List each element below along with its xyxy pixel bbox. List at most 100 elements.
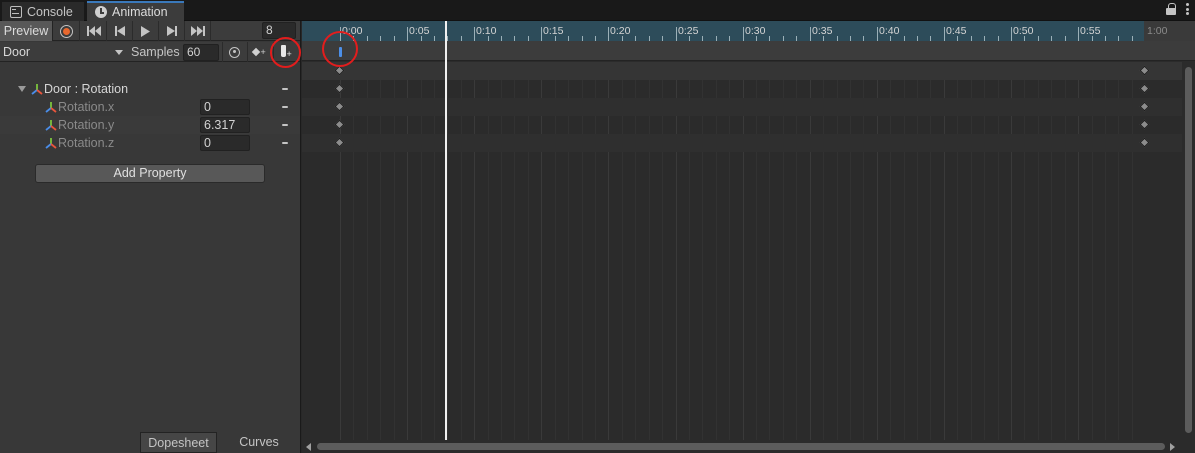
- keyframe-diamond[interactable]: [1139, 83, 1150, 94]
- property-row[interactable]: Rotation.z 0: [0, 134, 300, 152]
- property-group-label: Door : Rotation: [44, 82, 129, 96]
- ruler-label: 0:45: [946, 25, 967, 37]
- key-row: [302, 98, 1195, 116]
- key-row: [302, 134, 1195, 152]
- ruler-label: 0:50: [1013, 25, 1034, 37]
- ruler-tick: [1078, 27, 1079, 41]
- remove-property-icon[interactable]: [282, 106, 288, 108]
- ruler-tick: [407, 27, 408, 41]
- step-forward-icon: [166, 26, 177, 36]
- ruler-label: 0:00: [342, 25, 363, 37]
- ruler-tick: [340, 27, 341, 41]
- samples-label: Samples: [131, 45, 180, 59]
- time-ruler[interactable]: 0:00 0:05 0:10 0:15 0:20 0:25 0:30 0:35 0:40 0:45…: [302, 21, 1195, 41]
- ruler-tick: [608, 27, 609, 41]
- scroll-right-icon[interactable]: [1170, 443, 1175, 451]
- ruler-label: 0:25: [678, 25, 699, 37]
- add-keyframe-icon: [252, 46, 268, 58]
- clip-dropdown[interactable]: Door: [0, 42, 127, 62]
- tab-animation-label: Animation: [112, 5, 168, 19]
- play-icon: [141, 25, 150, 37]
- add-event-icon: [279, 45, 293, 59]
- ruler-tick: [676, 27, 677, 41]
- vertical-scrollbar[interactable]: [1182, 62, 1195, 440]
- dopesheet-timeline[interactable]: 0:00 0:05 0:10 0:15 0:20 0:25 0:30 0:35 0:40 0:45…: [302, 21, 1195, 453]
- step-back-icon: [114, 26, 125, 36]
- clock-icon: [95, 6, 107, 18]
- add-property-button[interactable]: Add Property: [35, 164, 265, 183]
- animation-event-marker[interactable]: [339, 47, 342, 57]
- remove-property-icon[interactable]: [282, 142, 288, 144]
- keyframe-diamond[interactable]: [334, 83, 345, 94]
- ruler-tick: [810, 27, 811, 41]
- window-tab-bar: Console Animation: [0, 0, 1195, 21]
- chevron-down-icon: [115, 50, 123, 55]
- add-event-button[interactable]: [273, 42, 297, 62]
- property-value-field[interactable]: 6.317: [200, 117, 250, 133]
- lock-icon[interactable]: [1166, 3, 1176, 15]
- first-key-button[interactable]: [81, 21, 107, 41]
- samples-field[interactable]: 60: [183, 44, 219, 61]
- horizontal-scrollbar[interactable]: [302, 440, 1182, 453]
- ruler-tick: [1011, 27, 1012, 41]
- clip-toolbar: Door Samples 60: [0, 42, 300, 62]
- keyframe-diamond[interactable]: [1139, 119, 1150, 130]
- property-label: Rotation.y: [58, 118, 115, 132]
- ruler-tick: [743, 27, 744, 41]
- skip-to-end-icon: [190, 26, 205, 36]
- ruler-tick: [541, 27, 542, 41]
- tab-console[interactable]: Console: [2, 2, 84, 21]
- ruler-tick: [474, 27, 475, 41]
- foldout-arrow-icon[interactable]: [18, 86, 26, 92]
- remove-property-icon[interactable]: [282, 124, 288, 126]
- current-frame-field[interactable]: 8: [262, 22, 296, 39]
- tab-dopesheet[interactable]: Dopesheet: [140, 432, 217, 453]
- property-row[interactable]: Rotation.y 6.317: [0, 116, 300, 134]
- ruler-label: 0:05: [409, 25, 430, 37]
- tab-console-label: Console: [27, 4, 73, 19]
- ruler-label: 0:55: [1080, 25, 1101, 37]
- vertical-scrollbar-thumb[interactable]: [1185, 67, 1192, 433]
- playback-toolbar: Preview 8: [0, 21, 300, 41]
- transform-axis-icon: [45, 138, 57, 149]
- last-key-button[interactable]: [185, 21, 211, 41]
- tab-animation[interactable]: Animation: [87, 1, 184, 21]
- tab-curves[interactable]: Curves: [218, 432, 300, 453]
- ruler-label: 0:15: [543, 25, 564, 37]
- preview-button[interactable]: Preview: [0, 21, 53, 41]
- clip-name: Door: [3, 45, 31, 59]
- ruler-label: 0:20: [610, 25, 631, 37]
- scroll-left-icon[interactable]: [306, 443, 311, 451]
- more-options-icon[interactable]: [1186, 3, 1189, 15]
- ruler-tick: [944, 27, 945, 41]
- transform-axis-icon: [31, 84, 43, 95]
- ruler-tick: [877, 27, 878, 41]
- property-label: Rotation.x: [58, 100, 115, 114]
- add-keyframe-button[interactable]: [247, 42, 271, 62]
- next-key-button[interactable]: [159, 21, 185, 41]
- previous-key-button[interactable]: [107, 21, 133, 41]
- property-value-field[interactable]: 0: [200, 135, 250, 151]
- property-row[interactable]: Rotation.x 0: [0, 98, 300, 116]
- console-icon: [10, 5, 22, 18]
- play-button[interactable]: [133, 21, 159, 41]
- transform-axis-icon: [45, 102, 57, 113]
- summary-key-row: [302, 62, 1195, 80]
- target-icon: [229, 46, 240, 58]
- playhead[interactable]: [445, 21, 447, 440]
- record-icon: [60, 24, 73, 38]
- window-controls: [1166, 3, 1189, 15]
- transform-axis-icon: [45, 120, 57, 131]
- ruler-label: 1:00: [1147, 25, 1168, 37]
- filter-by-selection-button[interactable]: [222, 42, 246, 62]
- ruler-label: 0:35: [812, 25, 833, 37]
- events-track[interactable]: [302, 41, 1195, 61]
- keyframe-diamond[interactable]: [334, 119, 345, 130]
- property-group-row[interactable]: Door : Rotation: [0, 80, 300, 98]
- property-value-field[interactable]: 0: [200, 99, 250, 115]
- ruler-label: 0:10: [476, 25, 497, 37]
- remove-property-icon[interactable]: [282, 88, 288, 90]
- property-label: Rotation.z: [58, 136, 115, 150]
- record-button[interactable]: [54, 21, 80, 41]
- horizontal-scrollbar-thumb[interactable]: [317, 443, 1165, 450]
